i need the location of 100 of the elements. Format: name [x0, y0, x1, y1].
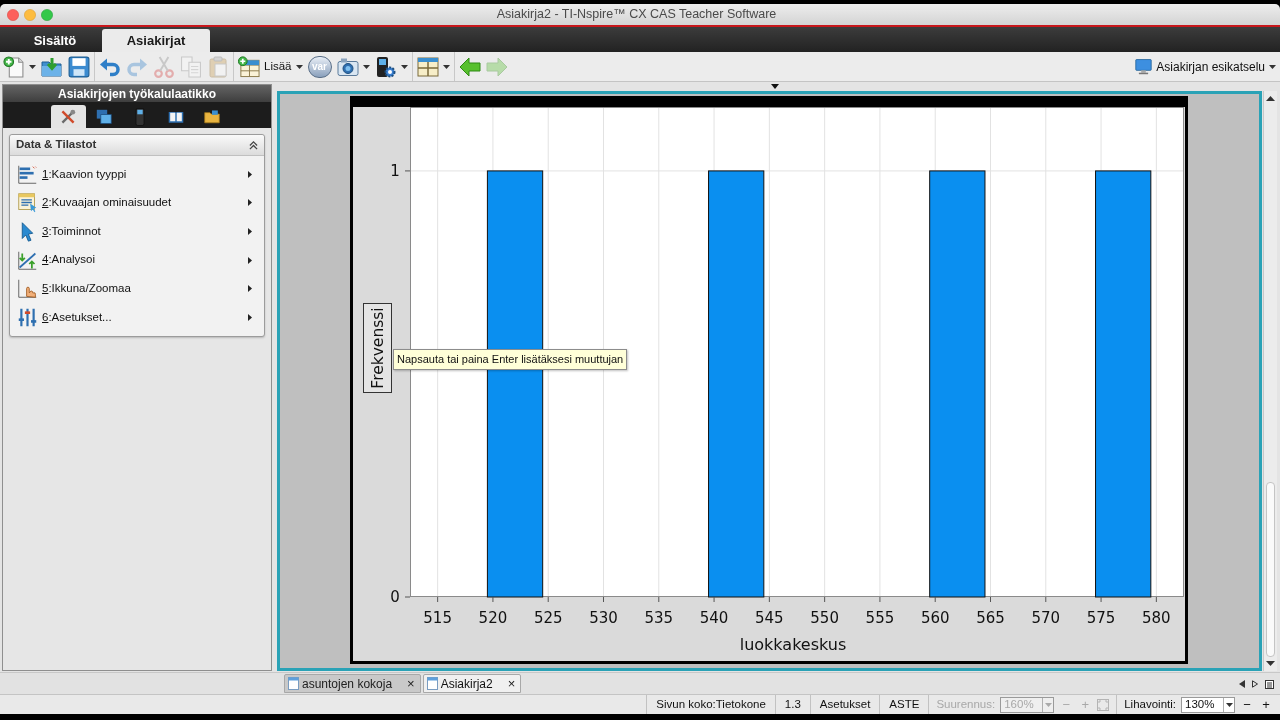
status-text: Sivun koko:Tietokone	[655, 696, 767, 712]
zoom-label: Suurennus:	[936, 696, 996, 712]
status-text: ASTE	[888, 696, 921, 712]
scissors-icon	[153, 55, 175, 78]
scroll-up-icon[interactable]	[1266, 96, 1275, 101]
panel-title: Asiakirjojen työkalulaatikko	[3, 85, 271, 102]
new-document-icon	[3, 55, 25, 78]
page-menu-caret-icon[interactable]	[770, 84, 779, 89]
tick-label: 540	[699, 609, 729, 627]
zoom-label: Lihavointi:	[1124, 696, 1176, 712]
status-text: 1.3	[783, 696, 802, 712]
section-header[interactable]: Data & Tilastot	[10, 135, 264, 156]
caret-icon	[442, 64, 450, 69]
caret-icon	[1225, 702, 1233, 707]
close-window-icon[interactable]	[7, 8, 19, 21]
menu-item[interactable]: 2:Kuvaajan ominaisuudet	[10, 188, 264, 218]
book-icon	[168, 109, 184, 124]
tick-label: 520	[478, 609, 508, 627]
caret-icon	[362, 64, 370, 69]
tick-label: 550	[810, 609, 839, 627]
page-list-icon[interactable]	[1265, 679, 1274, 689]
tick-label: 575	[1086, 609, 1116, 627]
toolbox-tab[interactable]	[50, 105, 86, 128]
caret-icon	[29, 64, 36, 69]
tick-label: 515	[423, 609, 452, 627]
menu-item[interactable]: 5:Ikkuna/Zoomaa	[10, 274, 264, 303]
document-tab[interactable]: asuntojen kokoja ×	[284, 674, 421, 693]
tick-label: 525	[533, 609, 563, 627]
bar-chart-icon	[16, 163, 38, 185]
grid-layout-icon	[416, 55, 439, 78]
zoom-in-button[interactable]: +	[1259, 698, 1273, 711]
submenu-arrow-icon	[248, 313, 252, 321]
document-preview-button[interactable]: Asiakirjan esikatselu	[1135, 53, 1276, 80]
submenu-arrow-icon	[248, 170, 252, 178]
tick-label: 0	[390, 588, 400, 606]
tick-label: 560	[920, 609, 950, 627]
next-page-icon[interactable]	[1252, 680, 1258, 688]
menu-item-label: 4:Analysoi	[42, 252, 97, 268]
properties-icon	[16, 192, 38, 214]
tab-label: Asiakirja2	[440, 675, 493, 693]
clipboard-icon	[207, 55, 229, 78]
tools-icon	[60, 108, 76, 125]
menu-item-label: 6:Asetukset...	[42, 309, 113, 325]
sliders-icon	[16, 306, 38, 328]
y-axis-title: Frekvenssi	[369, 307, 387, 389]
monitor-icon	[1135, 58, 1153, 75]
menu-item[interactable]: 6:Asetukset...	[10, 302, 264, 332]
arrow-right-icon	[485, 55, 508, 78]
copy-icon	[180, 55, 202, 78]
menu-item[interactable]: 4:Analysoi	[10, 245, 264, 275]
close-tab-button[interactable]: ×	[505, 677, 518, 690]
window-title: Asiakirja2 - TI-Nspire™ CX CAS Teacher Software	[496, 6, 777, 24]
tick-label: 530	[589, 609, 618, 627]
caret-icon	[400, 64, 408, 69]
zoom-out-button[interactable]: −	[1240, 698, 1254, 711]
document-icon	[288, 677, 299, 690]
handheld-gear-icon	[374, 55, 397, 78]
windows-icon	[96, 108, 112, 125]
axes-hand-icon	[16, 278, 38, 300]
previous-page-icon[interactable]	[1239, 680, 1245, 688]
submenu-arrow-icon	[248, 199, 252, 207]
menu-item-label: 3:Toiminnot	[42, 223, 102, 239]
insert-button[interactable]: Lisää	[238, 53, 303, 80]
axis-title: luokkakeskus	[739, 634, 847, 654]
table-plus-icon	[238, 55, 260, 78]
menu-item-label: 5:Ikkuna/Zoomaa	[42, 281, 132, 297]
tick-label: 570	[1031, 609, 1061, 627]
arrow-left-icon	[458, 55, 481, 78]
tick-label: 1	[390, 161, 400, 180]
scrollbar[interactable]	[1263, 91, 1277, 671]
scrollbar-thumb[interactable]	[1266, 482, 1275, 657]
scroll-down-icon[interactable]	[1266, 661, 1275, 666]
zoom-dropdown[interactable]: 130%	[1181, 696, 1235, 713]
submenu-arrow-icon	[248, 228, 252, 235]
tick-label: 555	[865, 609, 895, 627]
submenu-arrow-icon	[248, 285, 252, 293]
section-title: Data & Tilastot	[16, 137, 98, 153]
menu-item[interactable]: 1:Kaavion tyyppi	[10, 160, 264, 189]
caret-icon	[295, 64, 303, 69]
new-document-button[interactable]	[3, 53, 36, 80]
document-tab[interactable]: Asiakirja2 ×	[422, 674, 522, 693]
folder-arrow-icon	[41, 55, 63, 78]
submenu-arrow-icon	[248, 256, 252, 264]
tick-label: 565	[976, 609, 1005, 627]
save-button[interactable]	[68, 53, 90, 80]
document-icon	[426, 677, 438, 690]
menu-item[interactable]: 3:Toiminnot	[10, 217, 264, 246]
menu-item-label: 1:Kaavion tyyppi	[42, 166, 128, 182]
caret-icon	[1269, 64, 1276, 69]
tick-label: 545	[755, 609, 784, 627]
tick-label: 580	[1142, 609, 1171, 627]
axis-label-field[interactable]: Frekvenssi	[363, 303, 392, 393]
close-tab-button[interactable]: ×	[405, 677, 417, 690]
collapse-icon	[249, 140, 258, 150]
menu-item-label: 2:Kuvaajan ominaisuudet	[42, 195, 173, 211]
tick-label: 535	[644, 609, 674, 627]
main-tab[interactable]: Sisältö	[10, 29, 100, 52]
tab-label: asuntojen kokoja	[302, 675, 393, 693]
folder-icon	[204, 109, 220, 124]
main-tab[interactable]: Asiakirjat	[102, 29, 210, 52]
